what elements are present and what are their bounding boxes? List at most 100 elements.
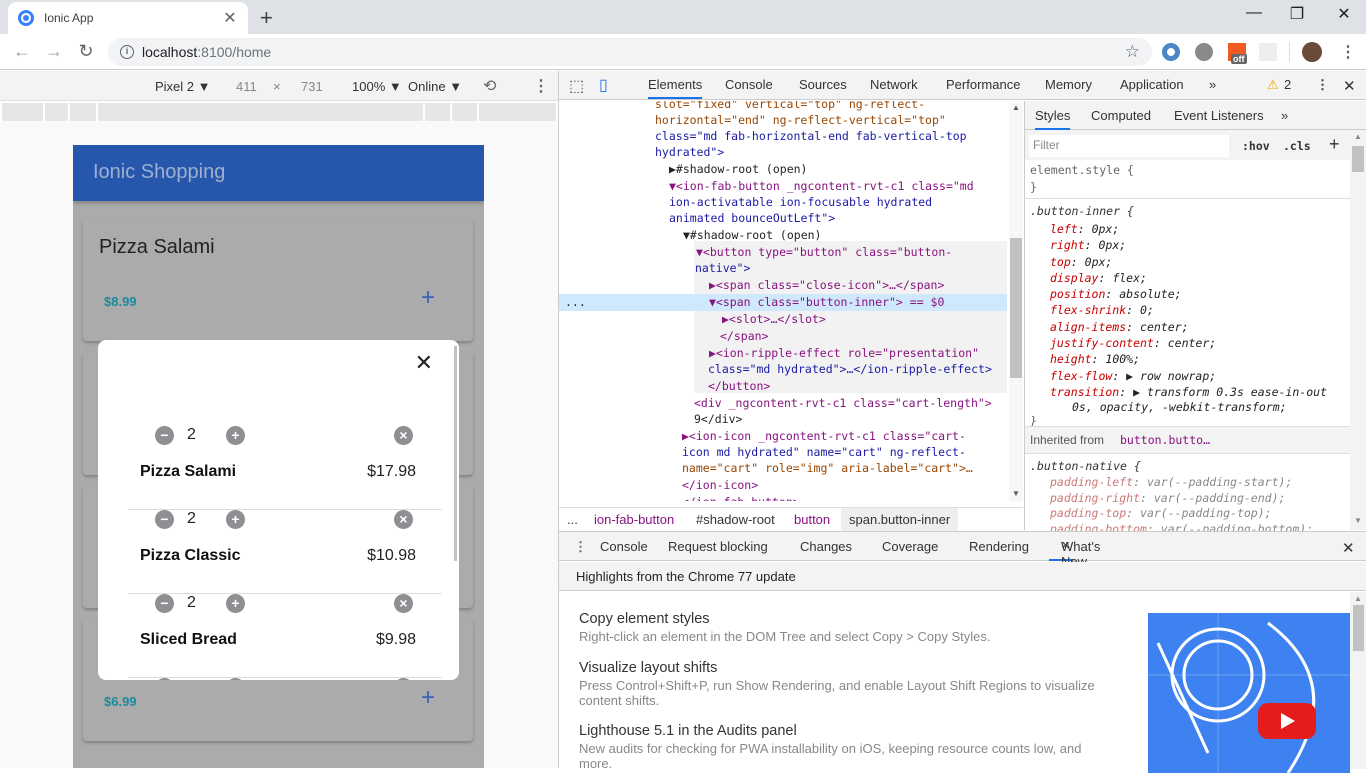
tab-styles[interactable]: Styles (1035, 108, 1071, 130)
drawer-tab-whats-new[interactable]: What's New ✕ (1049, 532, 1100, 569)
dom-line[interactable]: class="md fab-horizontal-end fab-vertica… (655, 128, 967, 144)
dom-line[interactable]: ▼<ion-fab-button _ngcontent-rvt-c1 class… (669, 178, 974, 194)
decrease-qty-icon[interactable] (155, 678, 174, 680)
reload-icon[interactable]: ↻ (74, 41, 98, 62)
modal-close-icon[interactable]: ✕ (415, 350, 433, 376)
info-icon[interactable]: i (120, 45, 134, 59)
dom-line[interactable]: ▼<span class="button-inner"> == $0 (709, 294, 944, 310)
css-property[interactable]: padding-right (1050, 491, 1140, 505)
warning-count[interactable]: 2 (1284, 77, 1291, 92)
remove-item-icon[interactable] (394, 678, 413, 680)
tab-console[interactable]: Console (725, 77, 773, 92)
dom-line[interactable]: ▼<button type="button" class="button- (696, 244, 952, 260)
css-value[interactable]: var(--padding-top); (1140, 506, 1272, 520)
ext-react-icon[interactable] (1259, 43, 1277, 61)
news-item[interactable]: Copy element styles Right-click an eleme… (579, 611, 1139, 644)
drawer-tab-coverage[interactable]: Coverage (882, 539, 938, 554)
tab-application[interactable]: Application (1120, 77, 1184, 92)
css-value[interactable]: absolute; (1119, 287, 1181, 301)
dom-line[interactable]: horizontal="end" ng-reflect-vertical="to… (655, 112, 946, 128)
inspect-element-icon[interactable]: ⬚ (569, 76, 584, 96)
add-to-cart-icon[interactable]: + (421, 686, 435, 710)
close-whats-new-icon[interactable]: ✕ (1061, 539, 1070, 552)
css-property[interactable]: right (1050, 238, 1085, 252)
news-item[interactable]: Lighthouse 5.1 in the Audits panel New a… (579, 723, 1099, 771)
styles-filter-input[interactable]: Filter (1029, 135, 1229, 157)
decrease-qty-icon[interactable]: − (155, 426, 174, 445)
css-declaration[interactable]: right: 0px; (1050, 237, 1327, 253)
dom-line[interactable]: <div _ngcontent-rvt-c1 class="cart-lengt… (694, 395, 992, 411)
inherited-from-link[interactable]: button.butto… (1120, 433, 1210, 447)
device-toggle-icon[interactable]: ▯ (599, 75, 608, 95)
increase-qty-icon[interactable] (226, 678, 245, 680)
youtube-play-icon[interactable] (1258, 703, 1316, 739)
increase-qty-icon[interactable]: + (226, 594, 245, 613)
profile-avatar[interactable] (1302, 42, 1322, 62)
minimize-button[interactable]: — (1239, 4, 1269, 22)
dom-line[interactable]: animated bounceOutLeft"> (669, 210, 835, 226)
css-property[interactable]: top (1050, 255, 1071, 269)
devtools-close-icon[interactable]: ✕ (1343, 77, 1356, 95)
dom-line[interactable]: hydrated"> (655, 144, 724, 160)
css-value[interactable]: 0; (1140, 303, 1154, 317)
tab-memory[interactable]: Memory (1045, 77, 1092, 92)
warning-icon[interactable]: ⚠ (1267, 77, 1279, 93)
remove-item-icon[interactable]: × (394, 510, 413, 529)
native-selector[interactable]: .button-native { (1030, 459, 1141, 473)
css-declaration[interactable]: align-items: center; (1050, 319, 1327, 335)
css-property[interactable]: flex-flow (1050, 369, 1112, 383)
more-style-tabs-icon[interactable]: » (1281, 108, 1288, 123)
drawer-tab-console[interactable]: Console (600, 539, 648, 554)
css-declaration[interactable]: flex-flow: ▶ row nowrap; (1050, 368, 1327, 384)
decrease-qty-icon[interactable]: − (155, 510, 174, 529)
dom-line[interactable]: </button> (708, 378, 770, 394)
new-rule-icon[interactable]: + (1329, 134, 1340, 155)
breadcrumb-button[interactable]: button (794, 512, 830, 527)
dom-line[interactable]: ▶#shadow-root (open) (669, 161, 807, 177)
browser-tab[interactable]: Ionic App ✕ (8, 2, 248, 34)
add-to-cart-icon[interactable]: + (421, 286, 435, 310)
remove-item-icon[interactable]: × (394, 426, 413, 445)
css-property[interactable]: display (1050, 271, 1098, 285)
css-declaration[interactable]: transition: ▶ transform 0.3s ease-in-out (1050, 384, 1327, 400)
hov-toggle[interactable]: :hov (1242, 139, 1270, 153)
bookmark-star-icon[interactable]: ☆ (1125, 42, 1140, 62)
css-property[interactable]: padding-left (1050, 475, 1133, 489)
breadcrumb-shadow-root[interactable]: #shadow-root (696, 512, 775, 527)
devtools-menu-icon[interactable]: ⋮ (1316, 77, 1329, 93)
browser-menu-icon[interactable]: ⋮ (1340, 42, 1356, 62)
tab-network[interactable]: Network (870, 77, 918, 92)
css-value[interactable]: ▶ transform 0.3s ease-in-out (1133, 385, 1327, 399)
dom-line[interactable]: 9</div> (694, 411, 742, 427)
dom-tree-scrollbar[interactable]: ▲ ▼ (1009, 101, 1023, 501)
tab-elements[interactable]: Elements (648, 77, 703, 99)
remove-item-icon[interactable]: × (394, 594, 413, 613)
css-declaration[interactable]: height: 100%; (1050, 351, 1327, 367)
css-value[interactable]: flex; (1112, 271, 1147, 285)
zoom-select[interactable]: 100% ▼ (352, 79, 402, 94)
css-property[interactable]: height (1050, 352, 1092, 366)
tab-performance[interactable]: Performance (946, 77, 1020, 92)
dom-line[interactable]: ▶<span class="close-icon">…</span> (709, 277, 944, 293)
css-value[interactable]: 0px; (1092, 222, 1120, 236)
increase-qty-icon[interactable]: + (226, 510, 245, 529)
dom-line[interactable]: ▶<ion-ripple-effect role="presentation" (709, 345, 979, 361)
ext-tomato-icon[interactable] (1195, 43, 1213, 61)
dom-line[interactable]: native"> (695, 260, 750, 276)
modal-scrollbar[interactable] (454, 346, 457, 561)
css-declaration[interactable]: flex-shrink: 0; (1050, 302, 1327, 318)
styles-scrollbar[interactable]: ▲ ▼ (1350, 130, 1366, 530)
dom-line[interactable]: </ion-icon> (682, 477, 758, 493)
drawer-tab-rendering[interactable]: Rendering (969, 539, 1029, 554)
css-declaration[interactable]: left: 0px; (1050, 221, 1327, 237)
device-height[interactable]: 731 (301, 79, 323, 94)
device-menu-icon[interactable]: ⋮ (533, 76, 549, 96)
css-property[interactable]: position (1050, 287, 1105, 301)
rotate-icon[interactable]: ⟲ (483, 76, 496, 96)
throttle-select[interactable]: Online ▼ (408, 79, 462, 94)
ext-blue-icon[interactable] (1162, 43, 1180, 61)
dom-line[interactable]: </span> (720, 328, 768, 344)
css-property[interactable]: justify-content (1050, 336, 1154, 350)
drawer-menu-icon[interactable]: ⋮ (574, 539, 587, 555)
css-value[interactable]: ▶ row nowrap; (1126, 369, 1216, 383)
